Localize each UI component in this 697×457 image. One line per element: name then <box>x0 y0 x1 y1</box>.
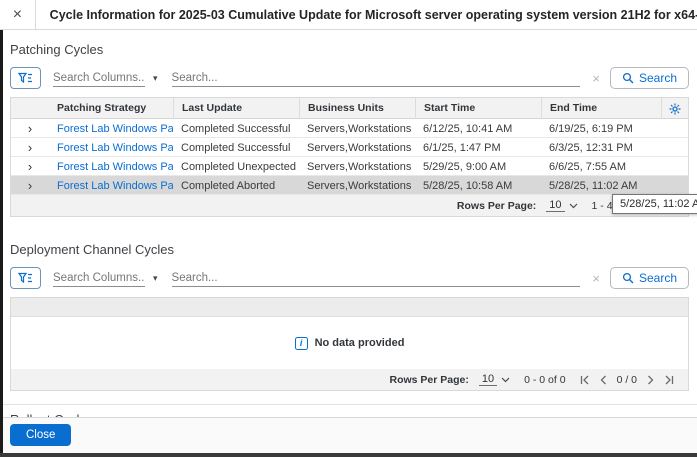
business-units-cell: Servers,Workstations (Exce... <box>307 179 415 192</box>
pagination-range: 0 - 0 of 0 <box>524 373 566 386</box>
deployment-channel-cycles-table: i No data provided Rows Per Page: 10 0 -… <box>10 297 689 391</box>
patching-strategy-link[interactable]: Forest Lab Windows Patch ... <box>49 123 173 135</box>
previous-page-icon[interactable] <box>599 375 607 385</box>
search-input[interactable] <box>171 69 581 87</box>
column-header-last-update[interactable]: Last Update <box>173 98 299 119</box>
filter-icon <box>18 72 32 83</box>
search-button[interactable]: Search <box>609 67 689 89</box>
dialog-footer: Close <box>0 417 697 453</box>
close-button[interactable]: Close <box>10 424 72 446</box>
last-update-cell: Completed Aborted <box>181 179 276 192</box>
patching-strategy-link[interactable]: Forest Lab Windows Patch ... <box>49 142 173 154</box>
end-time-tooltip: 5/28/25, 11:02 AM <box>612 194 697 214</box>
last-update-cell: Completed Successful <box>181 122 291 135</box>
info-icon: i <box>294 336 308 350</box>
patching-cycles-section-title: Patching Cycles <box>10 42 104 57</box>
chevron-down-icon: ▾ <box>153 272 158 283</box>
close-icon[interactable]: × <box>9 6 26 23</box>
table-row[interactable]: › Forest Lab Windows Patch ... Completed… <box>11 138 688 157</box>
no-data-message-area: i No data provided <box>11 317 688 369</box>
business-units-cell: Servers,Workstations (Exce... <box>307 160 415 173</box>
section-divider <box>0 404 697 405</box>
deployment-channel-cycles-section-title: Deployment Channel Cycles <box>10 242 175 257</box>
business-units-cell: Servers,Workstations (Exce... <box>307 122 415 135</box>
start-time-cell: 5/29/25, 9:00 AM <box>423 160 507 173</box>
table-row-selected[interactable]: › Forest Lab Windows Patch ... Completed… <box>11 176 688 195</box>
window-bottom-edge <box>0 453 697 457</box>
end-time-cell: 6/19/25, 6:19 PM <box>549 122 633 135</box>
patching-toolbar: ▾ × Search <box>10 66 689 90</box>
business-units-cell: Servers,Workstations (Exce... <box>307 141 415 154</box>
no-data-text: No data provided <box>314 337 405 349</box>
next-page-icon[interactable] <box>647 375 655 385</box>
start-time-cell: 5/28/25, 10:58 AM <box>423 179 513 192</box>
chevron-down-icon: ▾ <box>153 72 158 83</box>
row-expand-icon[interactable]: › <box>11 138 49 157</box>
search-icon <box>622 72 634 84</box>
rows-per-page-select[interactable]: 10 <box>478 373 510 386</box>
table-row[interactable]: › Forest Lab Windows Patch ... Completed… <box>11 119 688 138</box>
expander-column-header <box>11 98 49 119</box>
search-columns-dropdown[interactable] <box>53 269 145 287</box>
column-header-patching-strategy[interactable]: Patching Strategy <box>49 98 173 119</box>
patching-cycles-table: Patching Strategy Last Update Business U… <box>10 97 689 217</box>
patching-strategy-link[interactable]: Forest Lab Windows Patch ... <box>49 161 173 173</box>
deployment-pagination-bar: Rows Per Page: 10 0 - 0 of 0 0 / 0 <box>11 369 688 390</box>
table-settings-button[interactable] <box>661 98 688 119</box>
filter-columns-button[interactable] <box>10 67 41 89</box>
last-update-cell: Completed Unexpected Err... <box>181 160 299 173</box>
chevron-down-icon <box>501 377 510 382</box>
empty-table-header <box>11 298 688 317</box>
patching-strategy-link[interactable]: Forest Lab Windows Patch ... <box>49 180 173 192</box>
dialog-title: Cycle Information for 2025-03 Cumulative… <box>49 7 697 22</box>
table-header-row: Patching Strategy Last Update Business U… <box>11 98 688 119</box>
last-update-cell: Completed Successful <box>181 141 291 154</box>
filter-icon <box>18 272 32 283</box>
search-button[interactable]: Search <box>609 267 689 289</box>
start-time-cell: 6/12/25, 10:41 AM <box>423 122 513 135</box>
row-expand-icon[interactable]: › <box>11 119 49 138</box>
search-icon <box>622 272 634 284</box>
end-time-cell: 6/3/25, 12:31 PM <box>549 141 633 154</box>
search-input[interactable] <box>171 269 581 287</box>
gear-icon <box>669 103 681 114</box>
end-time-cell: 6/6/25, 7:55 AM <box>549 160 627 173</box>
clear-search-icon[interactable]: × <box>592 271 600 286</box>
window-left-edge <box>0 30 3 457</box>
column-header-business-units[interactable]: Business Units <box>299 98 415 119</box>
row-expand-icon[interactable]: › <box>11 157 49 176</box>
end-time-cell: 5/28/25, 11:02 AM <box>549 179 638 192</box>
first-page-icon[interactable] <box>580 375 590 385</box>
start-time-cell: 6/1/25, 1:47 PM <box>423 141 501 154</box>
patching-pagination-bar: Rows Per Page: 10 1 - 4 of 4 <box>11 195 688 216</box>
filter-columns-button[interactable] <box>10 267 41 289</box>
rows-per-page-label: Rows Per Page: <box>389 373 469 386</box>
row-expand-icon[interactable]: › <box>11 176 49 195</box>
column-header-end-time[interactable]: End Time <box>541 98 661 119</box>
deployment-toolbar: ▾ × Search <box>10 266 689 290</box>
page-indicator: 0 / 0 <box>616 373 637 386</box>
titlebar-divider <box>34 0 36 29</box>
dialog-titlebar: × Cycle Information for 2025-03 Cumulati… <box>0 0 697 30</box>
last-page-icon[interactable] <box>664 375 674 385</box>
rows-per-page-label: Rows Per Page: <box>456 199 537 212</box>
table-row[interactable]: › Forest Lab Windows Patch ... Completed… <box>11 157 688 176</box>
chevron-down-icon <box>569 203 577 208</box>
clear-search-icon[interactable]: × <box>592 71 600 86</box>
column-header-start-time[interactable]: Start Time <box>415 98 541 119</box>
search-columns-dropdown[interactable] <box>53 69 145 87</box>
rows-per-page-select[interactable]: 10 <box>546 199 577 212</box>
